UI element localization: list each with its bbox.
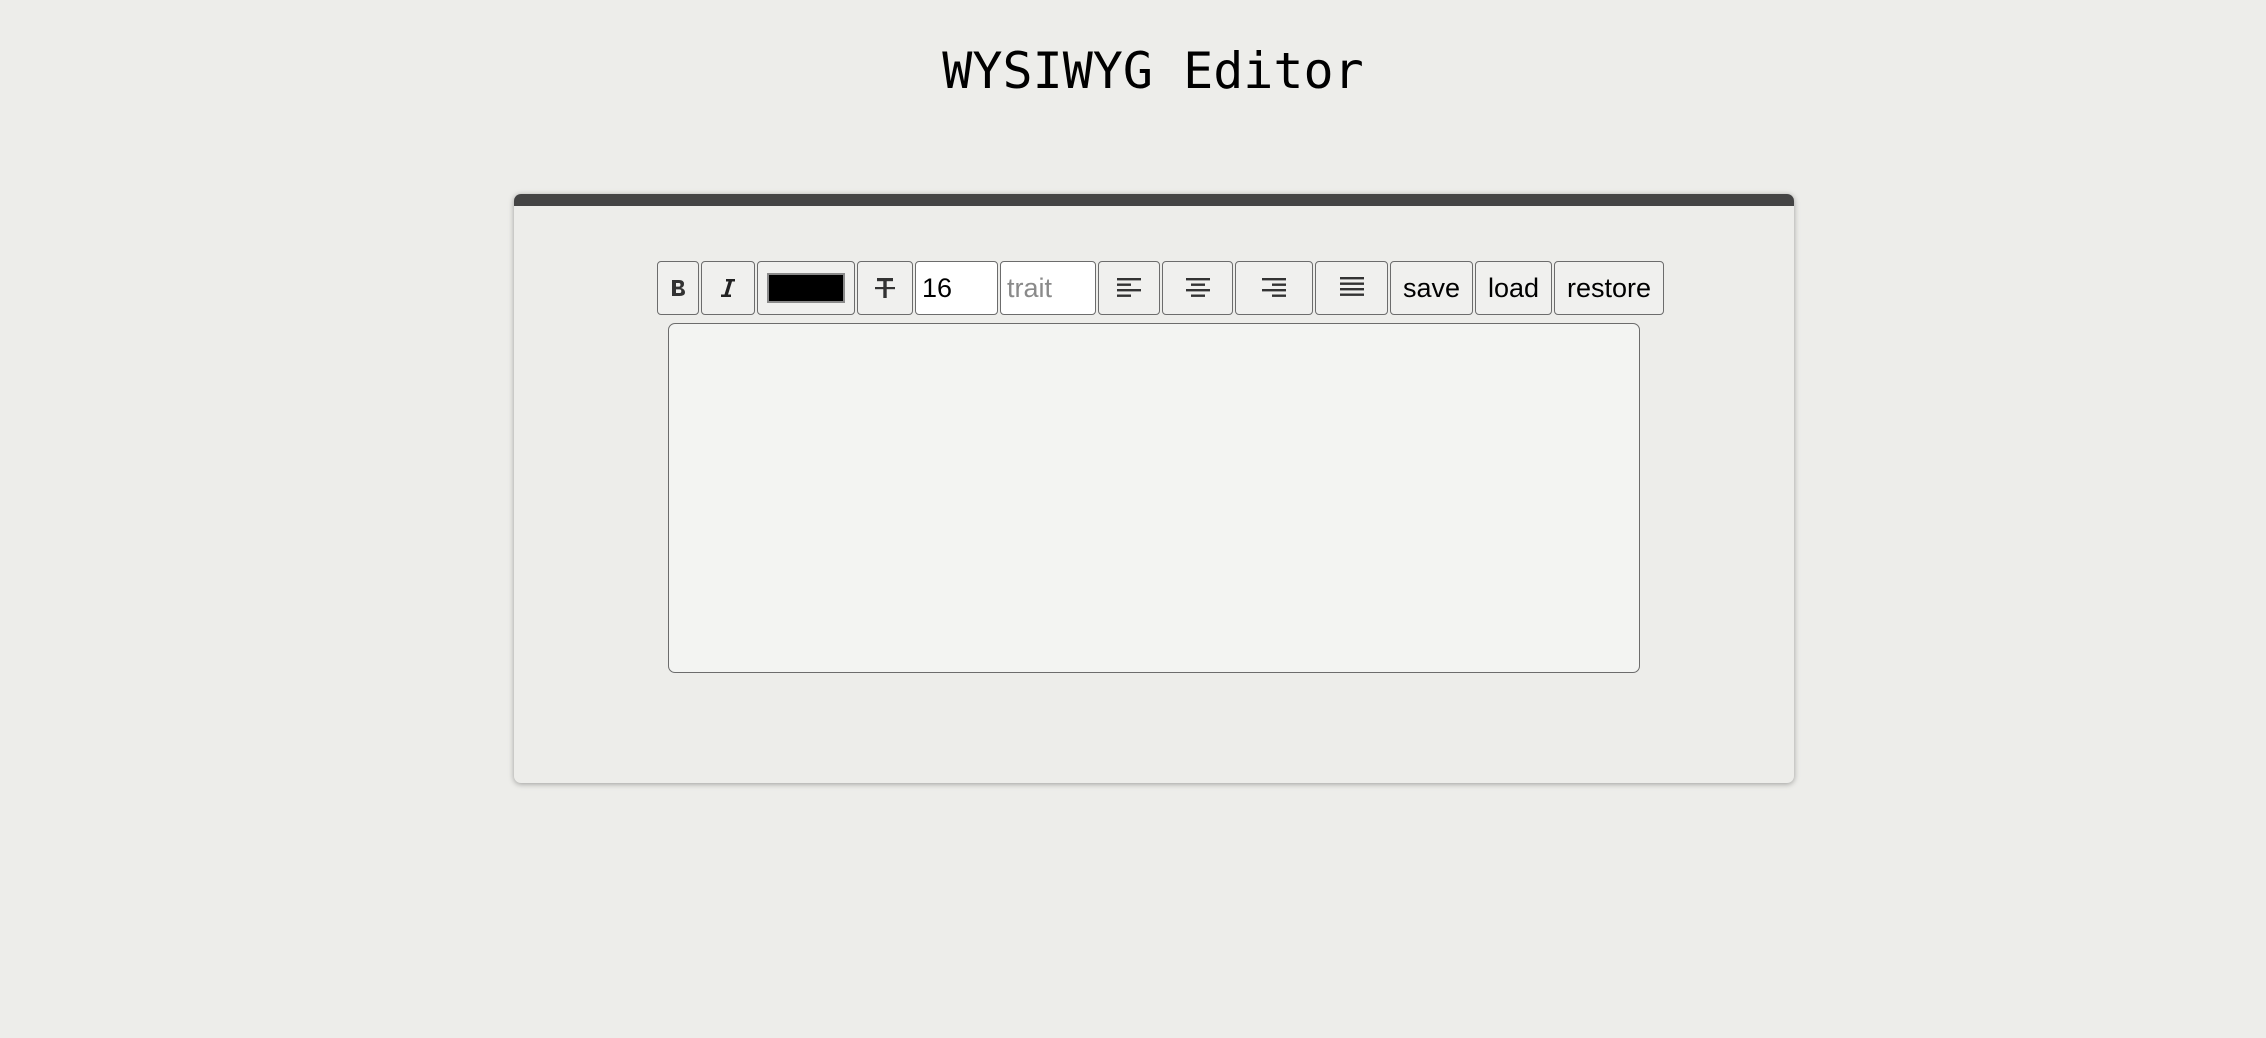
font-family-input[interactable] <box>1000 261 1096 315</box>
editor-toolbar: save load restore <box>657 261 1664 315</box>
bold-button[interactable] <box>657 261 699 315</box>
font-size-input[interactable] <box>915 261 998 315</box>
strikethrough-button[interactable] <box>857 261 913 315</box>
italic-button[interactable] <box>701 261 755 315</box>
align-center-icon <box>1185 276 1211 300</box>
align-left-button[interactable] <box>1098 261 1160 315</box>
editor-card: save load restore <box>514 194 1794 783</box>
italic-icon <box>719 277 737 299</box>
restore-button[interactable]: restore <box>1554 261 1664 315</box>
align-justify-button[interactable] <box>1315 261 1388 315</box>
editor-content-area[interactable] <box>668 323 1640 673</box>
save-button[interactable]: save <box>1390 261 1473 315</box>
align-right-icon <box>1261 276 1287 300</box>
align-justify-icon <box>1339 275 1365 301</box>
align-center-button[interactable] <box>1162 261 1233 315</box>
load-button[interactable]: load <box>1475 261 1552 315</box>
bold-icon <box>669 278 687 298</box>
align-right-button[interactable] <box>1235 261 1313 315</box>
page-title: WYSIWYG Editor <box>942 42 1364 100</box>
color-swatch <box>767 273 845 303</box>
text-color-picker[interactable] <box>757 261 855 315</box>
strikethrough-icon <box>874 275 896 301</box>
align-left-icon <box>1116 276 1142 300</box>
card-top-bar <box>514 194 1794 206</box>
